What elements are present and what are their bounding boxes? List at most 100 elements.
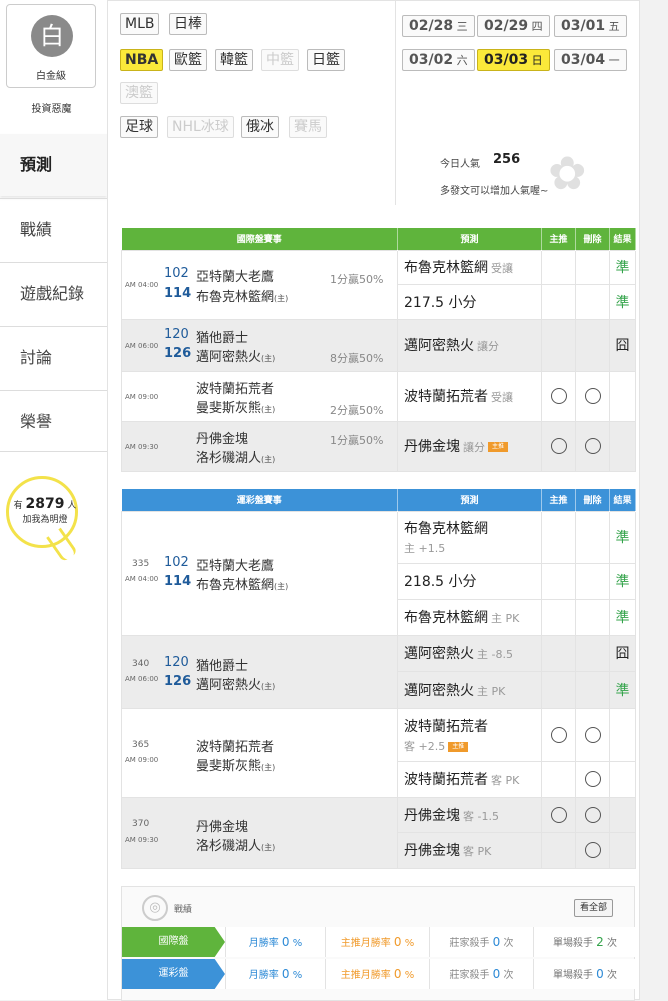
stat-unit: % [404, 938, 415, 949]
result-win: 準 [609, 284, 636, 320]
main-pick-cell [541, 761, 576, 798]
delete-radio[interactable] [584, 806, 601, 823]
delete-cell [575, 284, 610, 320]
game-time: AM 04:00 [125, 280, 159, 289]
prediction-cell: 丹佛金塊客 -1.5 [397, 796, 542, 833]
delete-radio[interactable] [584, 726, 601, 743]
home-number: 126 [164, 345, 192, 361]
delete-cell [575, 707, 610, 763]
delete-radio[interactable] [584, 771, 601, 788]
away-team: 丹佛金塊 [196, 819, 249, 835]
result-cell [609, 761, 636, 798]
sport-soccer[interactable]: 足球 [120, 116, 158, 138]
pick-team: 布魯克林籃網 [404, 260, 488, 277]
stat-value: 0 [393, 935, 402, 949]
col-result: 結果 [609, 489, 636, 511]
home-team-name: 布魯克林籃網 [196, 289, 275, 305]
main-pick-radio[interactable] [550, 806, 567, 823]
date-0301[interactable]: 03/01 五 [554, 15, 627, 37]
home-team-name: 曼斐斯灰熊 [196, 400, 262, 416]
col-main-pick: 主推 [541, 489, 576, 511]
main-monthly-win-rate: 主推月勝率 0 % [325, 959, 429, 989]
game-cell: 365 AM 09:00 波特蘭拓荒者 曼斐斯灰熊(主) [121, 707, 398, 798]
away-team: 亞特蘭大老鷹 [196, 559, 275, 574]
monthly-win-rate: 月勝率 0 % [225, 927, 325, 957]
fans-prefix: 有 [13, 501, 23, 511]
main-pick-radio[interactable] [550, 438, 567, 454]
stat-unit: % [292, 938, 303, 949]
record-row-lottery: 運彩盤 月勝率 0 % 主推月勝率 0 % 莊家殺手 0 次 單場殺手 0 次 [122, 959, 636, 989]
see-all-button[interactable]: 看全部 [574, 899, 614, 917]
sport-korea-basketball[interactable]: 韓籃 [215, 49, 253, 71]
game-cell: 340 AM 06:00 120 猶他爵士 126 邁阿密熱火(主) [121, 634, 398, 709]
stat-label: 主推月勝率 [340, 970, 391, 981]
stat-value: 2 [596, 935, 604, 949]
home-team: 布魯克林籃網(主) [196, 574, 288, 593]
prediction-cell: 217.5 小分 [397, 284, 542, 320]
sport-nba[interactable]: NBA [120, 49, 164, 71]
home-team-name: 邁阿密熱火 [196, 677, 262, 693]
away-team: 波特蘭拓荒者 [196, 381, 275, 397]
page-margin [640, 0, 668, 1000]
pick-team: 布魯克林籃網 [404, 610, 488, 626]
home-team-name: 洛杉磯湖人 [196, 450, 262, 466]
main-pick-cell [541, 832, 576, 869]
nav-honor[interactable]: 榮譽 [0, 390, 107, 452]
fans-count: 2879 [25, 496, 65, 512]
date-weekday: 日 [531, 54, 543, 67]
col-intl-game: 國際盤賽事 [121, 228, 398, 250]
delete-radio[interactable] [584, 438, 601, 454]
game-cell: AM 06:00 120 猶他爵士 126 邁阿密熱火(主) 8分贏50% [121, 318, 398, 372]
main-pick-radio[interactable] [550, 388, 567, 404]
sport-euro-basketball[interactable]: 歐籃 [169, 49, 207, 71]
main-pick-radio[interactable] [550, 726, 567, 743]
delete-radio[interactable] [584, 388, 601, 404]
prediction-cell: 波特蘭拓荒者 受讓 [397, 370, 542, 422]
avatar-card[interactable]: 白 白金級 [6, 4, 96, 88]
pick-type: 主 +1.5 [404, 542, 446, 555]
date-0303[interactable]: 03/03 日 [477, 49, 550, 71]
result-cell [609, 420, 636, 472]
stat-value: 0 [492, 935, 501, 949]
away-number: 120 [164, 326, 189, 342]
sport-npb[interactable]: 日棒 [169, 13, 207, 35]
sport-khl[interactable]: 俄冰 [241, 116, 279, 138]
prediction-cell: 邁阿密熱火主 -8.5 [397, 634, 542, 672]
result-cell [609, 832, 636, 869]
sport-mlb[interactable]: MLB [120, 13, 160, 35]
nav-discussion[interactable]: 討論 [0, 326, 107, 388]
delete-cell [575, 671, 610, 709]
nav-game-history[interactable]: 遊戲紀錄 [0, 262, 107, 324]
delete-cell [575, 420, 610, 472]
game-time: AM 09:00 [125, 392, 159, 401]
home-mark: (主) [261, 762, 276, 772]
stat-unit: 次 [503, 938, 514, 949]
record-title: 戰績 [174, 905, 193, 915]
stat-label: 單場殺手 [552, 938, 593, 949]
nav-record[interactable]: 戰績 [0, 198, 107, 260]
result-win: 準 [609, 510, 636, 564]
stat-value: 0 [596, 967, 604, 981]
pick-team: 波特蘭拓荒者 [404, 772, 488, 789]
stat-unit: 次 [607, 970, 617, 981]
main-panel: MLB 日棒 NBA 歐籃 韓籃 中籃 日籃 澳籃 足球 NHL冰球 俄冰 賽馬… [107, 0, 640, 1001]
sport-japan-basketball[interactable]: 日籃 [307, 49, 345, 71]
delete-radio[interactable] [584, 842, 601, 859]
handicap-line: 1分贏50% [330, 272, 384, 286]
home-team: 邁阿密熱火(主) [196, 346, 275, 365]
home-team-name: 曼斐斯灰熊 [196, 758, 262, 774]
nav-prediction[interactable]: 預測 [0, 134, 107, 196]
date-label: 03/01 [561, 18, 606, 34]
date-0302[interactable]: 03/02 六 [402, 49, 475, 71]
stat-label: 莊家殺手 [449, 970, 490, 981]
date-0304[interactable]: 03/04 一 [554, 49, 627, 71]
date-0228[interactable]: 02/28 三 [402, 15, 475, 37]
date-0229[interactable]: 02/29 四 [477, 15, 550, 37]
table-row: 365 AM 09:00 波特蘭拓荒者 曼斐斯灰熊(主) 波特蘭拓荒者客 +2.… [121, 707, 636, 798]
pick-team: 邁阿密熱火 [404, 646, 474, 663]
pick-type: 客 PK [463, 845, 492, 859]
sport-lottery-table: 運彩盤賽事 預測 主推 刪除 結果 335 AM 04:00 102 亞特蘭大老… [121, 489, 636, 869]
main-pick-cell [541, 707, 576, 763]
bookie-killer: 莊家殺手 0 次 [429, 927, 533, 957]
prediction-cell: 邁阿密熱火 讓分 [397, 318, 542, 372]
